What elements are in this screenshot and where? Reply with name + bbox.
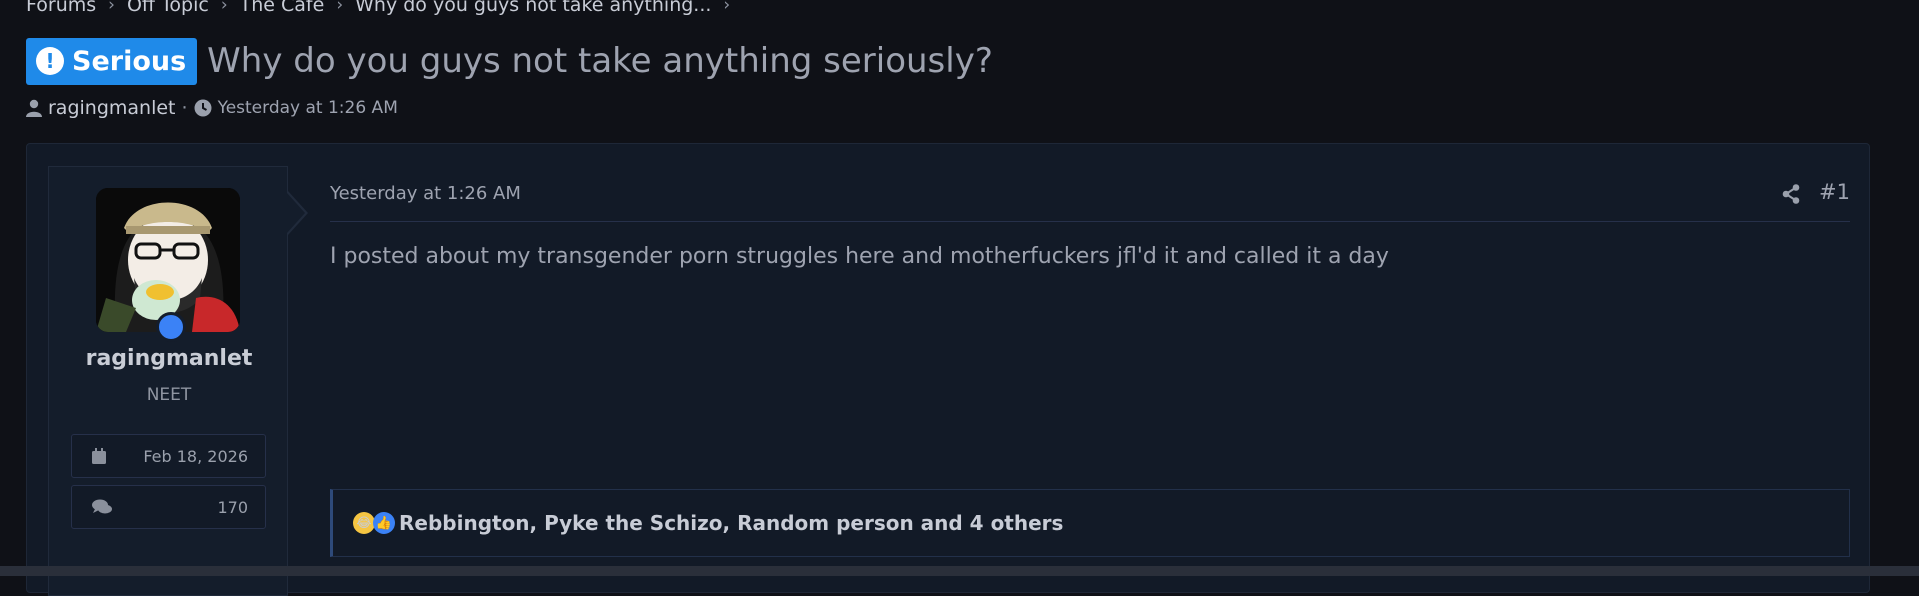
breadcrumb-current-thread[interactable]: Why do you guys not take anything...: [355, 0, 711, 16]
comments-icon: [92, 499, 112, 515]
joined-stat: Feb 18, 2026: [71, 434, 266, 478]
joined-date: Feb 18, 2026: [143, 446, 248, 466]
chevron-right-icon: ›: [336, 0, 344, 15]
exclamation-icon: !: [36, 47, 64, 75]
chevron-right-icon: ›: [108, 0, 115, 15]
post-number-link[interactable]: #1: [1819, 180, 1850, 204]
chevron-right-icon: ›: [723, 0, 731, 15]
post: ragingmanlet NEET Feb 18, 2026 170 Yeste…: [26, 143, 1870, 596]
page-title: Why do you guys not take anything seriou…: [207, 41, 993, 81]
breadcrumb-forums[interactable]: Forums: [26, 0, 96, 16]
thumbs-up-icon: 👍: [373, 512, 395, 534]
breadcrumb: Forums › Off Topic › The Cafe › Why do y…: [26, 0, 742, 17]
reaction-icons: 😂 👍: [353, 512, 395, 534]
clock-icon: [194, 99, 212, 117]
online-status-dot: [156, 312, 186, 342]
messages-stat: 170: [71, 485, 266, 529]
post-body: I posted about my transgender porn strug…: [330, 244, 1389, 269]
breadcrumb-the-cafe[interactable]: The Cafe: [240, 0, 325, 16]
message-count: 170: [217, 497, 248, 517]
user-icon: [26, 99, 42, 117]
post-main: Yesterday at 1:26 AM #1 I posted about m…: [330, 166, 1850, 557]
laughing-crying-icon: 😂: [353, 512, 375, 534]
calendar-icon: [92, 448, 106, 464]
share-icon[interactable]: [1782, 184, 1800, 208]
thread-meta: ragingmanlet · Yesterday at 1:26 AM: [26, 95, 398, 121]
avatar[interactable]: [96, 188, 240, 342]
breadcrumb-off-topic[interactable]: Off Topic: [127, 0, 209, 16]
user-cell-arrow-inner: [287, 193, 305, 233]
user-title: NEET: [146, 385, 192, 405]
bottom-scroll-strip: [0, 566, 1919, 576]
prefix-label: Serious: [72, 45, 187, 77]
avatar-image: [96, 188, 240, 332]
post-header: Yesterday at 1:26 AM #1: [330, 166, 1850, 222]
post-username[interactable]: ragingmanlet: [49, 346, 289, 371]
reactions-list[interactable]: Rebbington, Pyke the Schizo, Random pers…: [399, 511, 1063, 535]
thread-title-row: ! Serious Why do you guys not take anyth…: [26, 37, 993, 85]
reactions-bar[interactable]: 😂 👍 Rebbington, Pyke the Schizo, Random …: [330, 489, 1850, 557]
post-user-cell: ragingmanlet NEET Feb 18, 2026 170: [48, 166, 288, 596]
chevron-right-icon: ›: [220, 0, 228, 15]
post-date-link[interactable]: Yesterday at 1:26 AM: [330, 183, 521, 204]
prefix-badge-serious[interactable]: ! Serious: [26, 37, 198, 85]
thread-date-link[interactable]: Yesterday at 1:26 AM: [218, 98, 398, 118]
thread-author-link[interactable]: ragingmanlet: [48, 97, 176, 119]
meta-separator: ·: [181, 97, 188, 119]
